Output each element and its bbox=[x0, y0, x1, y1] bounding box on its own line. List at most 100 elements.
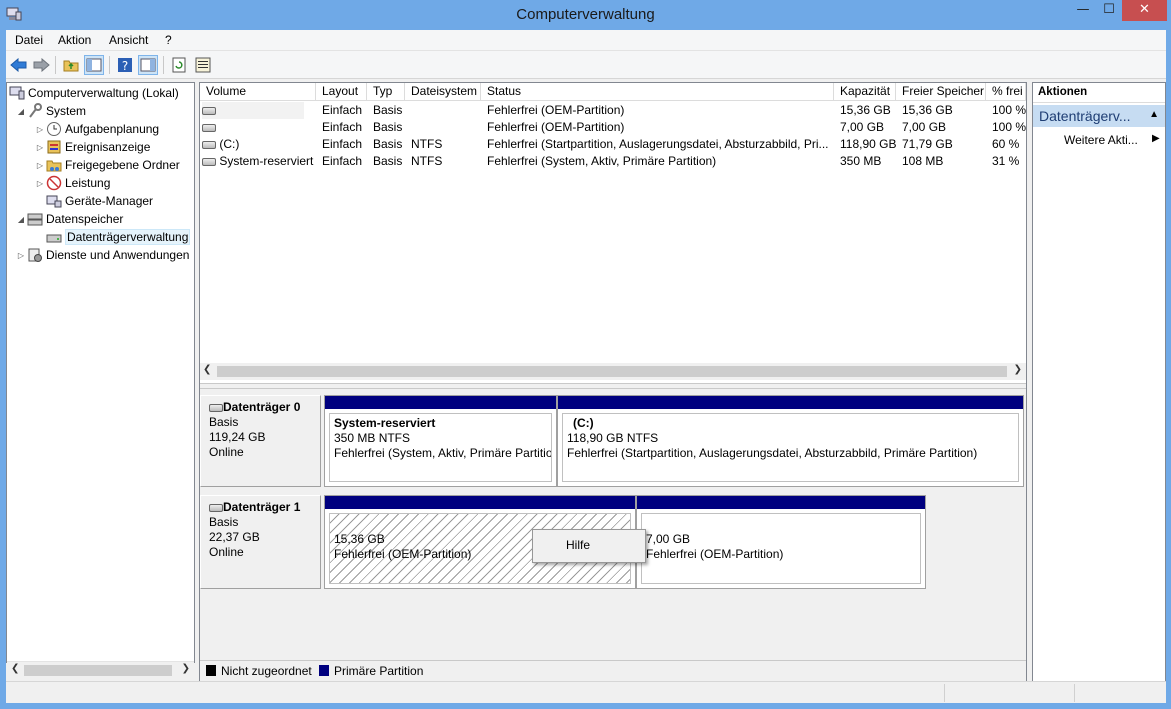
col-status[interactable]: Status bbox=[481, 83, 834, 101]
up-folder-icon[interactable] bbox=[61, 55, 81, 75]
disk-1-header[interactable]: Datenträger 1 Basis 22,37 GB Online bbox=[200, 495, 321, 589]
disk-icon bbox=[209, 503, 223, 512]
actions-pane: Aktionen Datenträgerv... ▲ Weitere Akti..… bbox=[1032, 82, 1166, 682]
drive-icon bbox=[202, 106, 216, 115]
svg-text:?: ? bbox=[122, 59, 128, 73]
navigation-tree: Computerverwaltung (Lokal) ◢ System ▷ Aufg… bbox=[6, 82, 195, 678]
scroll-left-icon[interactable]: ❮ bbox=[203, 364, 211, 375]
context-menu-help[interactable]: Hilfe bbox=[536, 533, 642, 559]
back-icon[interactable] bbox=[9, 55, 29, 75]
partition-system-reserved[interactable]: System-reserviert 350 MB NTFS Fehlerfrei… bbox=[324, 395, 557, 487]
computer-icon bbox=[9, 85, 25, 101]
scroll-right-icon[interactable]: ❯ bbox=[182, 663, 190, 674]
window: Computerverwaltung — ☐ ✕ Datei Aktion An… bbox=[0, 0, 1171, 709]
disk-0-header[interactable]: Datenträger 0 Basis 119,24 GB Online bbox=[200, 395, 321, 487]
collapse-arrow-icon[interactable]: ◢ bbox=[15, 215, 27, 224]
col-volume[interactable]: Volume bbox=[200, 83, 316, 101]
properties-icon[interactable] bbox=[193, 55, 213, 75]
refresh-icon[interactable] bbox=[169, 55, 189, 75]
tree-item-aufgabenplanung[interactable]: ▷ Aufgabenplanung bbox=[34, 120, 159, 138]
services-icon bbox=[27, 247, 43, 263]
col-kapazitaet[interactable]: Kapazität bbox=[834, 83, 896, 101]
menu-bar: Datei Aktion Ansicht ? bbox=[6, 30, 1166, 51]
close-button[interactable]: ✕ bbox=[1122, 0, 1167, 21]
drive-icon bbox=[202, 140, 216, 149]
collapse-arrow-icon[interactable]: ◢ bbox=[15, 107, 27, 116]
disk-0-type: Basis bbox=[209, 415, 239, 429]
drive-icon bbox=[202, 157, 216, 166]
maximize-button[interactable]: ☐ bbox=[1096, 0, 1122, 21]
tree-item-freigegebene-ordner[interactable]: ▷ Freigegebene Ordner bbox=[34, 156, 180, 174]
tree-item-geraete-manager[interactable]: Geräte-Manager bbox=[46, 192, 153, 210]
client-area: Datei Aktion Ansicht ? ? Computerverwalt… bbox=[6, 30, 1166, 703]
minimize-button[interactable]: — bbox=[1070, 0, 1096, 21]
pane-splitter[interactable] bbox=[200, 383, 1026, 389]
forward-icon[interactable] bbox=[31, 55, 51, 75]
disk-graphic-view: Datenträger 0 Basis 119,24 GB Online Sys… bbox=[200, 390, 1026, 660]
legend: Nicht zugeordnet Primäre Partition bbox=[200, 660, 1026, 681]
clock-icon bbox=[46, 121, 62, 137]
volume-list: Volume Layout Typ Dateisystem Status Kap… bbox=[200, 83, 1026, 383]
actions-section-datentraeger[interactable]: Datenträgerv... ▲ bbox=[1033, 105, 1165, 127]
unallocated-swatch bbox=[206, 665, 216, 676]
actions-header: Aktionen bbox=[1033, 83, 1165, 103]
col-dateisystem[interactable]: Dateisystem bbox=[405, 83, 481, 101]
storage-icon bbox=[27, 211, 43, 227]
context-menu: Hilfe bbox=[532, 529, 646, 563]
disk-management-icon bbox=[46, 229, 62, 245]
disk-0-name: Datenträger 0 bbox=[223, 400, 301, 414]
col-freier-speicher[interactable]: Freier Speicher bbox=[896, 83, 986, 101]
tools-icon bbox=[27, 103, 43, 119]
device-manager-icon bbox=[46, 193, 62, 209]
tree-item-system[interactable]: ◢ System bbox=[15, 102, 86, 120]
expand-arrow-icon[interactable]: ▷ bbox=[34, 125, 46, 134]
col-prozent-frei[interactable]: % frei bbox=[986, 83, 1026, 101]
shared-folder-icon bbox=[46, 157, 62, 173]
tree-item-dienste[interactable]: ▷ Dienste und Anwendungen bbox=[15, 246, 189, 264]
legend-primary: Primäre Partition bbox=[334, 664, 424, 678]
scroll-left-icon[interactable]: ❮ bbox=[11, 663, 19, 674]
tree-item-root[interactable]: Computerverwaltung (Lokal) bbox=[9, 84, 179, 102]
event-viewer-icon bbox=[46, 139, 62, 155]
col-typ[interactable]: Typ bbox=[367, 83, 405, 101]
menu-help[interactable]: ? bbox=[165, 33, 172, 47]
show-hide-tree-icon[interactable] bbox=[84, 55, 104, 75]
collapse-up-icon[interactable]: ▲ bbox=[1149, 109, 1159, 120]
scroll-right-icon[interactable]: ❯ bbox=[1014, 364, 1022, 375]
tree-item-ereignisanzeige[interactable]: ▷ Ereignisanzeige bbox=[34, 138, 150, 156]
disk-0-size: 119,24 GB bbox=[209, 430, 266, 444]
disk-management-pane: Volume Layout Typ Dateisystem Status Kap… bbox=[199, 82, 1027, 682]
menu-aktion[interactable]: Aktion bbox=[58, 33, 91, 47]
disk-icon bbox=[209, 403, 223, 412]
expand-arrow-icon[interactable]: ▷ bbox=[34, 161, 46, 170]
tree-item-leistung[interactable]: ▷ Leistung bbox=[34, 174, 110, 192]
help-icon[interactable]: ? bbox=[115, 55, 135, 75]
expand-arrow-icon[interactable]: ▷ bbox=[15, 251, 27, 260]
partition-oem-2[interactable]: 7,00 GB Fehlerfrei (OEM-Partition) bbox=[636, 495, 926, 589]
submenu-arrow-icon: ▶ bbox=[1152, 133, 1160, 144]
menu-ansicht[interactable]: Ansicht bbox=[109, 33, 148, 47]
tree-item-datenspeicher[interactable]: ◢ Datenspeicher bbox=[15, 210, 123, 228]
title-bar[interactable]: Computerverwaltung — ☐ ✕ bbox=[0, 0, 1171, 30]
performance-icon bbox=[46, 175, 62, 191]
toolbar: ? bbox=[6, 51, 1166, 79]
expand-arrow-icon[interactable]: ▷ bbox=[34, 143, 46, 152]
tree-horizontal-scrollbar[interactable]: ❮ ❯ bbox=[7, 661, 194, 678]
tree-item-datentraegerverwaltung[interactable]: Datenträgerverwaltung bbox=[46, 228, 191, 246]
disk-1-name: Datenträger 1 bbox=[223, 500, 301, 514]
status-bar bbox=[6, 681, 1166, 703]
drive-icon bbox=[202, 123, 216, 132]
disk-0-state: Online bbox=[209, 445, 244, 459]
show-hide-action-pane-icon[interactable] bbox=[138, 55, 158, 75]
legend-unallocated: Nicht zugeordnet bbox=[221, 664, 312, 678]
partition-c[interactable]: (C:) 118,90 GB NTFS Fehlerfrei (Startpar… bbox=[557, 395, 1024, 487]
primary-swatch bbox=[319, 665, 329, 676]
col-layout[interactable]: Layout bbox=[316, 83, 367, 101]
scroll-thumb[interactable] bbox=[217, 366, 1007, 377]
scroll-thumb[interactable] bbox=[24, 665, 172, 676]
menu-datei[interactable]: Datei bbox=[15, 33, 43, 47]
window-title: Computerverwaltung bbox=[516, 6, 655, 23]
list-horizontal-scrollbar[interactable]: ❮ ❯ bbox=[200, 363, 1026, 380]
more-actions-item[interactable]: Weitere Akti... ▶ bbox=[1064, 133, 1160, 147]
expand-arrow-icon[interactable]: ▷ bbox=[34, 179, 46, 188]
